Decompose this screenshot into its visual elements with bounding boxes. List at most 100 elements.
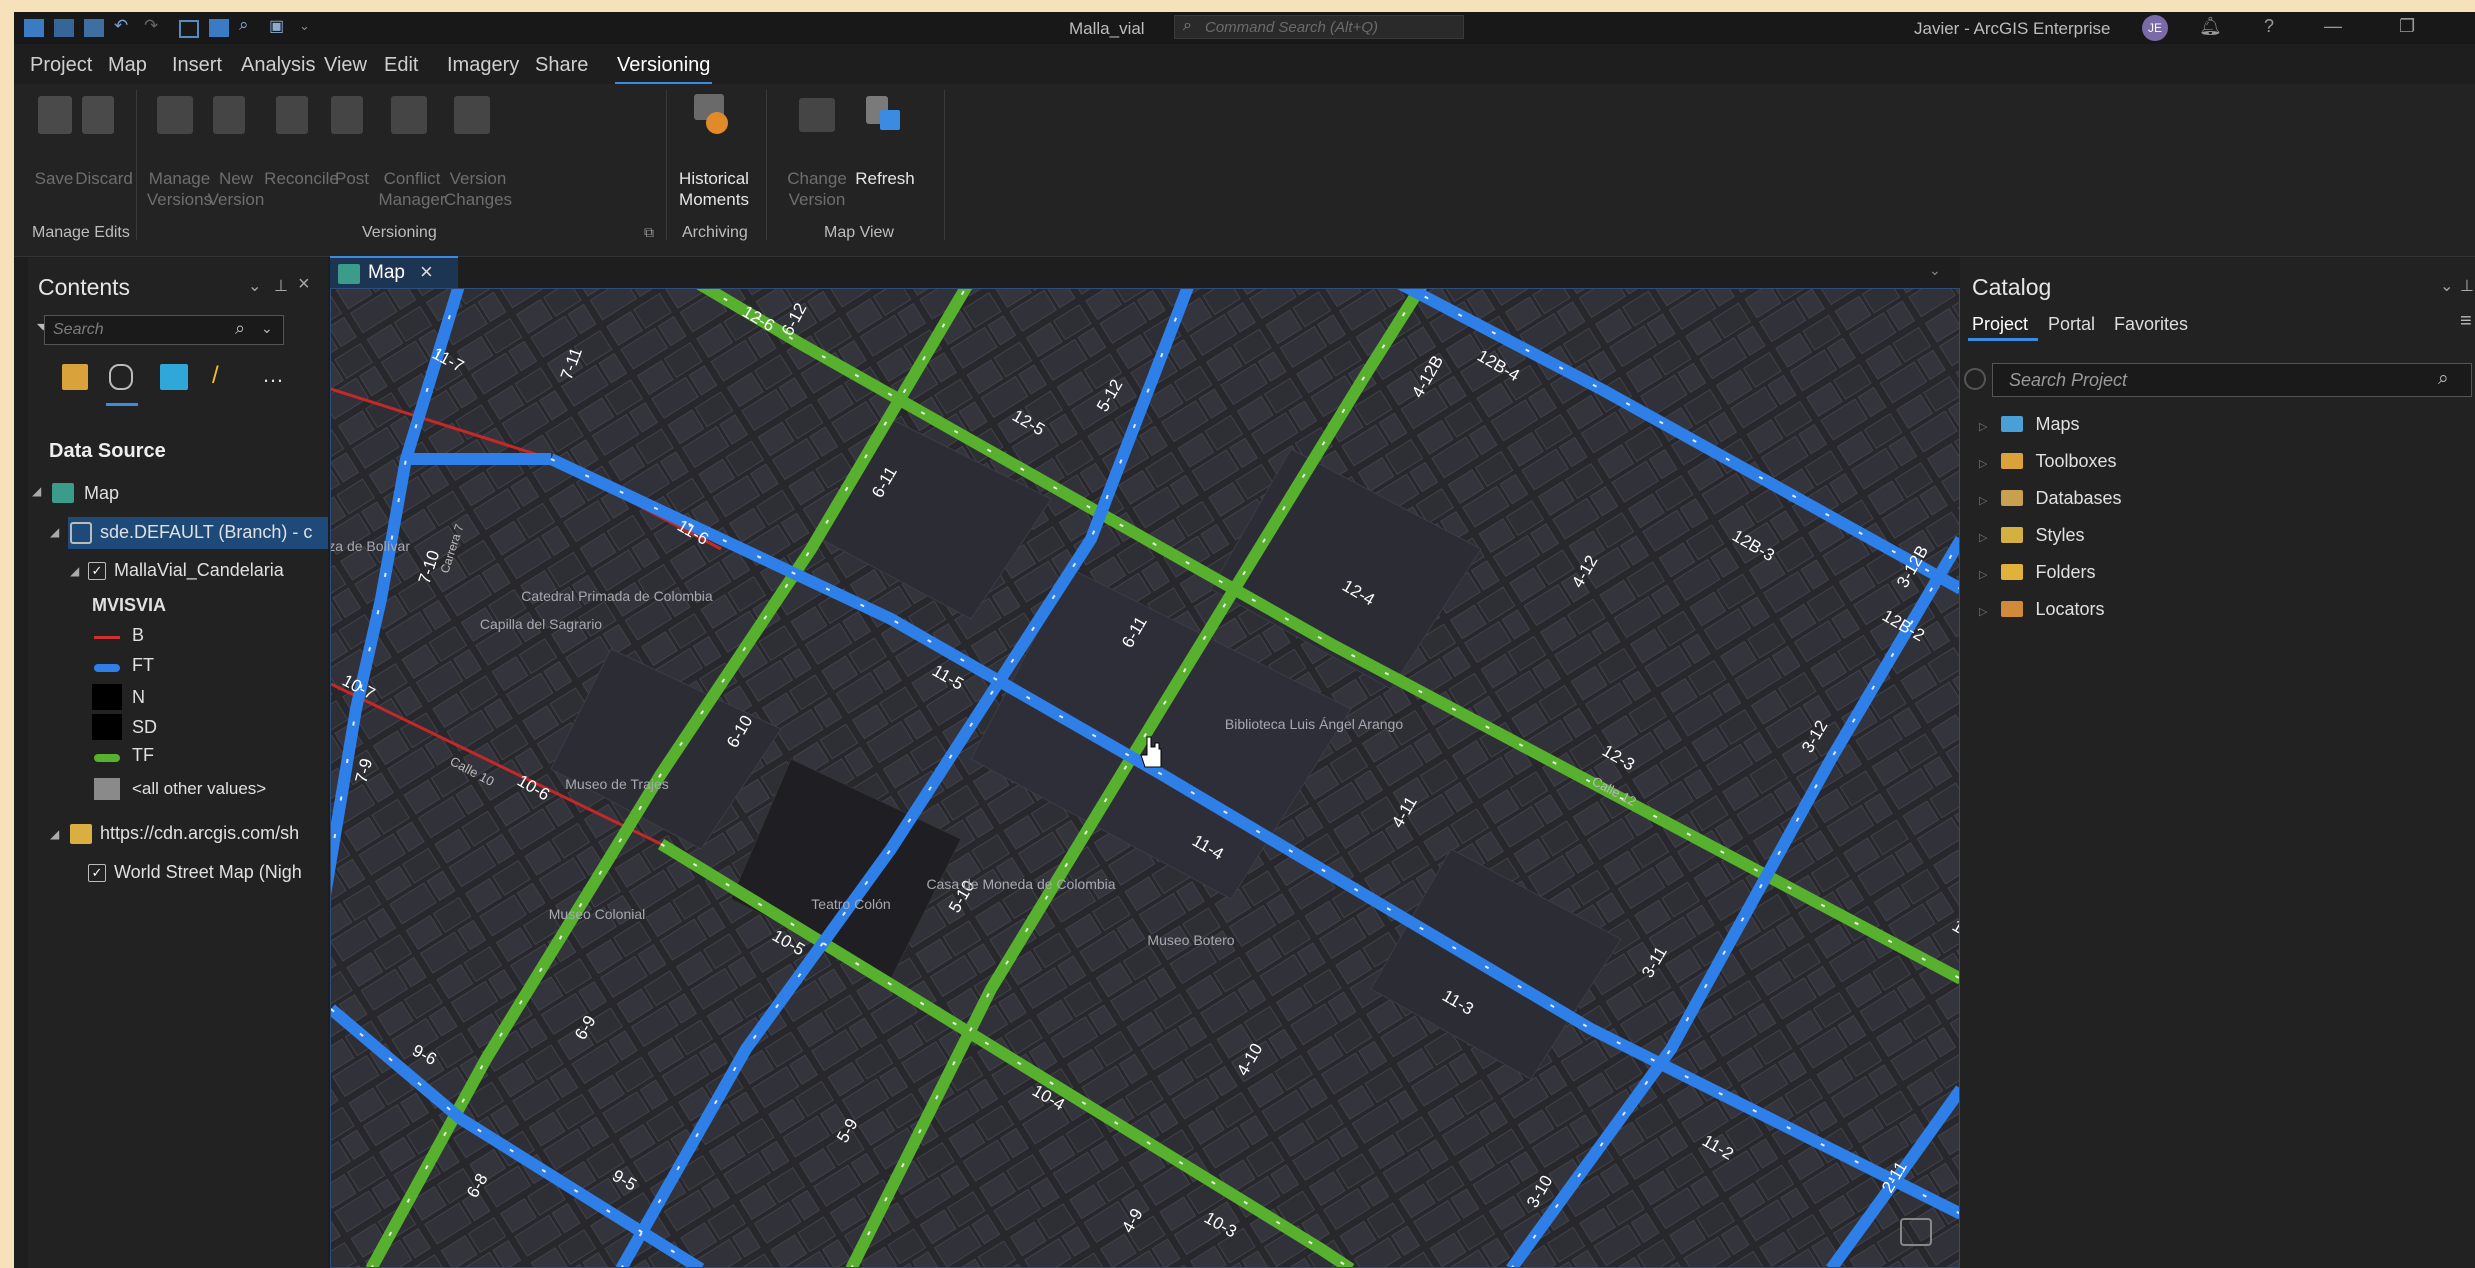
conflict-manager-button[interactable]: Conflict Manager <box>376 168 448 210</box>
list-by-editing-icon[interactable]: / <box>212 362 219 390</box>
zoom-icon[interactable]: ⌕ <box>239 15 259 34</box>
tab-imagery[interactable]: Imagery <box>447 54 519 77</box>
dialog-launcher-icon[interactable]: ⧉ <box>644 224 654 241</box>
map-tab[interactable]: Map × <box>330 256 458 288</box>
tab-map[interactable]: Map <box>108 54 147 77</box>
group-versioning: Versioning <box>362 224 437 241</box>
list-by-drawing-order-icon[interactable] <box>62 364 88 390</box>
layout-icon[interactable] <box>179 20 199 38</box>
map-view[interactable]: 11-7 7-11 12-6 6-12 12-5 5-12 12B-4 4-12… <box>330 288 1960 1268</box>
pan-icon[interactable] <box>209 19 229 37</box>
place-label: Museo Colonial <box>549 906 646 922</box>
catalog-item-label: Folders <box>2035 562 2096 582</box>
expand-arrow-icon[interactable]: ◢ <box>50 827 59 841</box>
symbology-field: MVISVIA <box>92 595 167 615</box>
notifications-bell-icon[interactable]: 🔔︎ <box>2199 16 2222 37</box>
catalog-item-folders[interactable]: ▷ Folders <box>1979 562 2096 583</box>
catalog-search-input[interactable]: Search Project ⌕ <box>1992 363 2472 397</box>
catalog-item-toolboxes[interactable]: ▷ Toolboxes <box>1979 451 2117 472</box>
place-label: Catedral Primada de Colombia <box>521 588 713 604</box>
pane-options-icon[interactable]: ⌄ <box>2440 276 2453 296</box>
tab-view[interactable]: View <box>324 54 367 77</box>
legend-label: SD <box>132 717 158 737</box>
reconcile-button[interactable]: Reconcile <box>264 168 339 189</box>
toc-basemap-service[interactable]: https://cdn.arcgis.com/sh <box>100 823 299 844</box>
contents-search-input[interactable]: Search ⌕ ⌄ <box>44 315 284 345</box>
place-label: Museo Botero <box>1147 932 1234 948</box>
undo-icon[interactable]: ↶ <box>114 16 134 35</box>
catalog-title: Catalog <box>1972 274 2052 300</box>
pin-icon[interactable]: ⊥ <box>274 276 288 296</box>
layer-visibility-checkbox[interactable]: ✓ <box>88 562 106 580</box>
open-icon[interactable] <box>54 19 74 37</box>
post-button[interactable]: Post <box>332 168 372 189</box>
toc-map[interactable]: Map <box>84 483 119 504</box>
expand-arrow-icon[interactable]: ▷ <box>1979 569 1987 581</box>
version-changes-button[interactable]: Version Changes <box>442 168 514 210</box>
list-by-data-source-icon[interactable] <box>109 364 133 390</box>
toc-basemap-layer[interactable]: World Street Map (Nigh <box>114 862 302 883</box>
basemap-visibility-checkbox[interactable]: ✓ <box>88 864 106 882</box>
help-icon[interactable]: ? <box>2264 16 2274 37</box>
binoculars-icon[interactable]: ▣ <box>269 16 289 35</box>
chevron-down-icon[interactable]: ⌄ <box>1929 262 1941 279</box>
discard-button[interactable]: Discard <box>74 168 134 189</box>
close-tab-icon[interactable]: × <box>420 259 433 285</box>
expand-arrow-icon[interactable]: ▷ <box>1979 458 1987 470</box>
catalog-item-databases[interactable]: ▷ Databases <box>1979 488 2122 509</box>
toc-layer[interactable]: MallaVial_Candelaria <box>114 560 284 581</box>
more-options-icon[interactable]: … <box>262 362 284 388</box>
tab-share[interactable]: Share <box>535 54 588 77</box>
expand-arrow-icon[interactable]: ▷ <box>1979 421 1987 433</box>
expand-arrow-icon[interactable]: ▷ <box>1979 606 1987 618</box>
expand-arrow-icon[interactable]: ◢ <box>32 484 41 498</box>
toc-branch-version[interactable]: sde.DEFAULT (Branch) - c <box>100 522 312 543</box>
toolbox-icon <box>2001 453 2024 469</box>
catalog-tab-portal[interactable]: Portal <box>2048 314 2095 335</box>
change-version-button[interactable]: Change Version <box>786 168 848 210</box>
app-icon[interactable] <box>24 19 44 37</box>
conflict-manager-icon <box>391 96 427 134</box>
pin-icon[interactable]: ⊥ <box>2460 276 2474 296</box>
catalog-tab-project[interactable]: Project <box>1972 314 2028 335</box>
catalog-menu-icon[interactable]: ≡ <box>2460 310 2472 333</box>
folders-icon <box>2001 564 2024 580</box>
new-version-icon <box>213 96 245 134</box>
refresh-button[interactable]: Refresh <box>852 168 918 189</box>
tab-versioning[interactable]: Versioning <box>614 54 713 85</box>
save-project-icon[interactable] <box>84 19 104 37</box>
new-version-button[interactable]: New Version <box>206 168 266 210</box>
minimize-icon[interactable]: — <box>2324 16 2342 37</box>
versioning-ribbon: Save Discard Manage Edits Manage Versions… <box>14 84 2475 257</box>
document-title: Malla_vial <box>1069 19 1145 38</box>
signed-in-user[interactable]: Javier - ArcGIS Enterprise <box>1914 19 2111 39</box>
pane-options-icon[interactable]: ⌄ <box>248 276 261 296</box>
expand-arrow-icon[interactable]: ◢ <box>50 525 59 539</box>
customize-icon[interactable]: ⌄ <box>299 18 319 36</box>
basemap-service-icon <box>70 824 92 844</box>
command-search-input[interactable]: ⌕ Command Search (Alt+Q) <box>1174 15 1464 39</box>
catalog-tab-favorites[interactable]: Favorites <box>2114 314 2188 335</box>
expand-arrow-icon[interactable]: ▷ <box>1979 495 1987 507</box>
list-by-selection-icon[interactable] <box>160 364 188 390</box>
tab-analysis[interactable]: Analysis <box>241 54 315 77</box>
catalog-item-styles[interactable]: ▷ Styles <box>1979 525 2085 546</box>
tab-insert[interactable]: Insert <box>172 54 222 77</box>
avatar[interactable]: JE <box>2142 15 2168 41</box>
restore-icon[interactable]: ❐ <box>2399 16 2415 37</box>
tab-project[interactable]: Project <box>30 54 92 77</box>
chevron-down-icon[interactable]: ⌄ <box>261 320 273 337</box>
catalog-item-locators[interactable]: ▷ Locators <box>1979 599 2105 620</box>
command-search-placeholder: Command Search (Alt+Q) <box>1205 19 1378 36</box>
contents-title: Contents <box>38 274 131 300</box>
historical-moments-button[interactable]: Historical Moments <box>674 168 754 210</box>
group-divider <box>666 90 667 240</box>
expand-arrow-icon[interactable]: ◢ <box>70 564 79 578</box>
expand-arrow-icon[interactable]: ▷ <box>1979 532 1987 544</box>
back-icon[interactable] <box>1964 368 1986 390</box>
tab-edit[interactable]: Edit <box>384 54 418 77</box>
map-canvas[interactable]: 11-7 7-11 12-6 6-12 12-5 5-12 12B-4 4-12… <box>331 289 1960 1268</box>
catalog-item-maps[interactable]: ▷ Maps <box>1979 414 2079 435</box>
close-icon[interactable]: × <box>298 273 310 296</box>
redo-icon[interactable]: ↷ <box>144 16 164 35</box>
